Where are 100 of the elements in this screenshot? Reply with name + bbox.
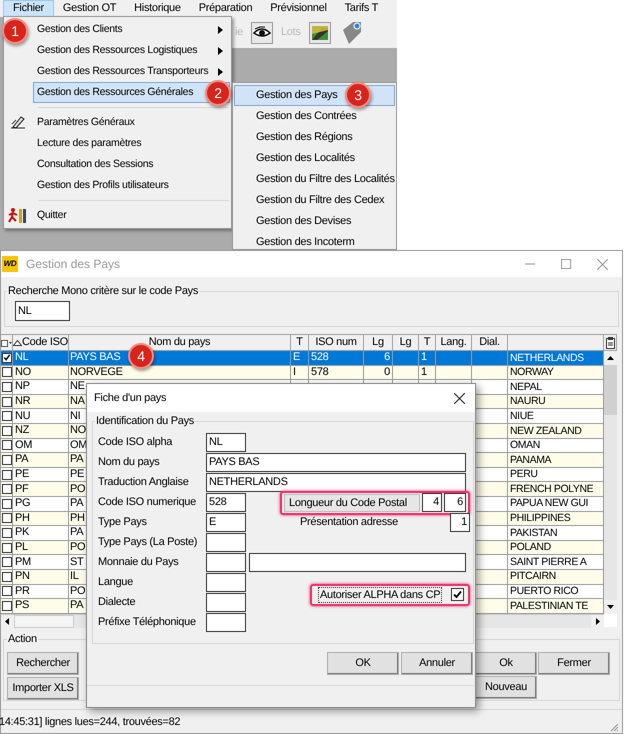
checkbox[interactable]: [2, 498, 12, 509]
road-icon[interactable]: [308, 22, 331, 44]
resize-grip-icon[interactable]: [610, 723, 619, 732]
submenu-item[interactable]: Gestion du Filtre des Localités: [234, 169, 395, 190]
checkbox-label: Autoriser ALPHA dans CP: [318, 586, 442, 602]
menu-item[interactable]: Gestion des Profils utilisateurs: [33, 175, 230, 196]
input-field[interactable]: [206, 553, 246, 572]
checkbox[interactable]: [2, 454, 12, 465]
input-field[interactable]: 528: [206, 493, 246, 512]
action-button[interactable]: Nouveau: [475, 676, 537, 698]
menu-bar-item[interactable]: Préparation: [190, 0, 262, 17]
checkbox[interactable]: [2, 352, 12, 363]
menu-item[interactable]: Gestion des Clients: [33, 19, 230, 40]
checkbox[interactable]: [2, 528, 12, 538]
scrollbar-thumb[interactable]: [14, 614, 74, 628]
input-field[interactable]: NL: [206, 433, 246, 452]
menu-bar-item[interactable]: Gestion OT: [54, 0, 126, 17]
column-header[interactable]: Lg: [393, 335, 419, 351]
column-header[interactable]: T: [419, 335, 436, 351]
checkbox[interactable]: [2, 586, 12, 596]
checkbox[interactable]: [2, 396, 12, 407]
column-header[interactable]: Lg: [364, 335, 393, 351]
group-label: Recherche Mono critère sur le code Pays: [7, 284, 200, 299]
action-button[interactable]: Ok: [475, 652, 537, 674]
scroll-right-icon[interactable]: [591, 614, 604, 628]
checkbox[interactable]: [2, 542, 12, 553]
submenu-item[interactable]: Gestion des Localités: [234, 148, 395, 169]
input-field[interactable]: 4: [422, 493, 442, 512]
maximize-icon[interactable]: [561, 259, 571, 269]
menu-item[interactable]: Quitter: [33, 205, 230, 226]
toolbar-label: Lots: [280, 25, 301, 40]
menu-bar-item[interactable]: Prévisionnel: [261, 0, 336, 17]
scrollbar-thumb[interactable]: [604, 365, 617, 415]
action-button[interactable]: Rechercher: [7, 652, 79, 674]
input-field[interactable]: [249, 553, 466, 572]
menu-bar-item[interactable]: Historique: [125, 0, 190, 17]
input-field[interactable]: E: [206, 513, 246, 532]
checkbox[interactable]: [2, 513, 12, 524]
checkbox[interactable]: [2, 426, 12, 436]
clipboard-icon[interactable]: [606, 336, 614, 348]
column-header[interactable]: Code ISO: [13, 335, 69, 351]
menu-item[interactable]: Paramètres Généraux: [33, 112, 230, 133]
pen-icon: [9, 114, 27, 130]
checkbox[interactable]: [2, 600, 12, 611]
input-field[interactable]: [206, 533, 246, 552]
action-button[interactable]: Importer XLS: [7, 676, 79, 700]
dialog-button[interactable]: OK: [327, 652, 399, 675]
column-header[interactable]: Nom du pays: [69, 335, 291, 351]
field-label: Code ISO numerique: [97, 495, 197, 510]
checkbox[interactable]: [2, 382, 12, 392]
field-label: Présentation adresse: [300, 515, 398, 530]
checkbox-dropdown-icon[interactable]: [1, 338, 12, 348]
checkbox[interactable]: [2, 440, 12, 450]
menu-item[interactable]: Consultation des Sessions: [33, 154, 230, 175]
vertical-scrollbar[interactable]: [604, 351, 617, 614]
checkbox[interactable]: [2, 572, 12, 582]
input-field[interactable]: [206, 613, 246, 632]
checkbox[interactable]: [2, 367, 12, 378]
sort-ascending-icon: [13, 340, 22, 346]
menu-item[interactable]: Lecture des paramètres: [33, 133, 230, 154]
column-header[interactable]: Dial.: [472, 335, 508, 351]
column-header[interactable]: Lang.: [436, 335, 472, 351]
app-logo: WD: [2, 256, 18, 272]
column-header[interactable]: ISO num: [309, 335, 364, 351]
scroll-down-icon[interactable]: [604, 600, 617, 614]
window-title: Gestion des Pays: [26, 256, 120, 273]
search-field[interactable]: NL: [15, 300, 70, 320]
field-label: Nom du pays: [97, 455, 161, 470]
column-header[interactable]: T: [291, 335, 309, 351]
input-field[interactable]: [206, 573, 246, 592]
input-field[interactable]: 1: [450, 513, 470, 532]
checkbox[interactable]: [451, 588, 464, 601]
menu-bar-item[interactable]: Fichier: [3, 0, 54, 17]
submenu-item[interactable]: Gestion des Contrées: [234, 106, 395, 127]
scroll-up-icon[interactable]: [604, 351, 617, 365]
close-icon[interactable]: [454, 392, 465, 404]
submenu-item[interactable]: Gestion des Devises: [234, 211, 395, 232]
dialog-button[interactable]: Annuler: [401, 652, 473, 675]
menu-bar-item[interactable]: Tarifs T: [336, 0, 388, 17]
checkbox[interactable]: [2, 470, 12, 480]
checkbox[interactable]: [2, 557, 12, 568]
checkbox[interactable]: [2, 484, 12, 494]
input-field[interactable]: [206, 593, 246, 612]
table-row[interactable]: NO NORVEGE I 578 0 1 NORWAY: [1, 366, 604, 380]
checkbox[interactable]: [2, 411, 12, 422]
action-button[interactable]: Fermer: [538, 652, 610, 674]
eye-icon[interactable]: [250, 22, 273, 44]
field-label: Préfixe Téléphonique: [97, 615, 197, 630]
field-label: Longueur du Code Postal: [284, 494, 420, 512]
submenu-item[interactable]: Gestion du Filtre des Cedex: [234, 190, 395, 211]
input-field[interactable]: 6: [444, 493, 466, 512]
menu-item[interactable]: Gestion des Ressources Transporteurs: [33, 61, 230, 82]
menu-item[interactable]: Gestion des Ressources Logistiques: [33, 40, 230, 61]
scroll-left-icon[interactable]: [1, 614, 14, 628]
input-field[interactable]: NETHERLANDS: [206, 473, 466, 492]
field-label: Monnaie du Pays: [97, 555, 180, 570]
running-figure-icon: [8, 207, 28, 225]
submenu-item[interactable]: Gestion des Incoterm: [234, 232, 395, 249]
input-field[interactable]: PAYS BAS: [206, 453, 466, 472]
submenu-item[interactable]: Gestion des Régions: [234, 127, 395, 148]
